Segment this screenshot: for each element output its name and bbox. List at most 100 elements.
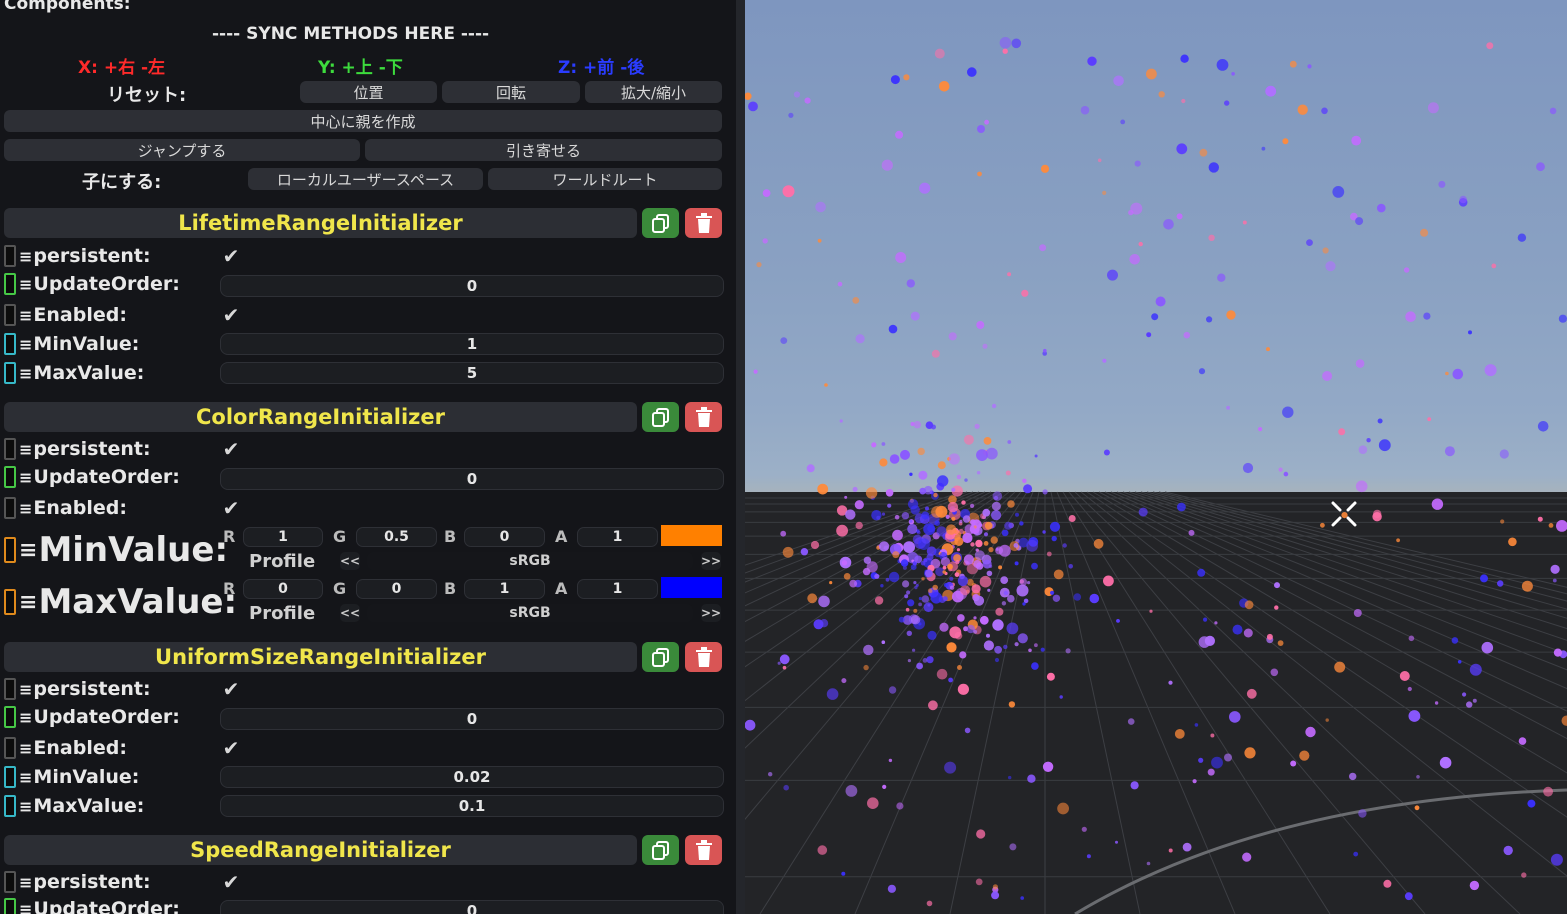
duplicate-button[interactable] <box>642 835 679 865</box>
particle <box>1194 723 1199 727</box>
reset-scale-button[interactable]: 拡大/縮小 <box>585 81 722 103</box>
drag-handle[interactable] <box>4 466 16 488</box>
min-value-input[interactable]: 0.02 <box>220 766 724 788</box>
delete-button[interactable] <box>685 402 722 432</box>
grid-line <box>949 491 1040 914</box>
enabled-checkbox[interactable]: ✔ <box>220 736 242 760</box>
reset-position-button[interactable]: 位置 <box>300 81 437 103</box>
delete-button[interactable] <box>685 642 722 672</box>
particle <box>1089 593 1100 604</box>
jump-button[interactable]: ジャンプする <box>4 139 360 161</box>
delete-button[interactable] <box>685 208 722 238</box>
particle <box>1043 348 1047 353</box>
particle <box>1168 848 1173 853</box>
drag-handle[interactable] <box>4 589 16 615</box>
field-row-persistent: ≡ persistent: <box>4 869 151 895</box>
component-header-color[interactable]: ColorRangeInitializer <box>4 402 637 432</box>
min-g-input[interactable]: 0.5 <box>356 527 437 547</box>
duplicate-button[interactable] <box>642 402 679 432</box>
drag-handle[interactable] <box>4 737 16 759</box>
component-header-speed[interactable]: SpeedRangeInitializer <box>4 835 637 865</box>
drag-handle[interactable] <box>4 871 16 893</box>
particle <box>998 565 1003 570</box>
drag-handle[interactable] <box>4 678 16 700</box>
drag-handle[interactable] <box>4 898 16 914</box>
update-order-input[interactable]: 0 <box>220 708 724 730</box>
drag-handle[interactable] <box>4 537 16 563</box>
persistent-checkbox[interactable]: ✔ <box>220 437 242 461</box>
update-order-input[interactable]: 0 <box>220 900 724 914</box>
max-value-input[interactable]: 5 <box>220 362 724 384</box>
update-order-input[interactable]: 0 <box>220 468 724 490</box>
max-b-input[interactable]: 1 <box>464 579 545 599</box>
min-value-input[interactable]: 1 <box>220 333 724 355</box>
particle <box>874 573 880 579</box>
duplicate-button[interactable] <box>642 642 679 672</box>
particle <box>1549 107 1557 115</box>
particle <box>1290 760 1297 767</box>
particle <box>1146 861 1151 866</box>
drag-handle[interactable] <box>4 333 16 355</box>
persistent-checkbox[interactable]: ✔ <box>220 677 242 701</box>
field-label: persistent: <box>33 678 151 700</box>
min-r-input[interactable]: 1 <box>243 527 323 547</box>
particle <box>1068 515 1076 522</box>
particle <box>1274 582 1280 589</box>
particle <box>1146 332 1152 338</box>
particle <box>1177 502 1186 512</box>
bring-button[interactable]: 引き寄せる <box>365 139 722 161</box>
drag-handle[interactable] <box>4 362 16 384</box>
component-header-uniform-size[interactable]: UniformSizeRangeInitializer <box>4 642 637 672</box>
particle <box>1351 135 1362 146</box>
drag-handle[interactable] <box>4 497 16 519</box>
max-color-swatch[interactable] <box>661 577 722 598</box>
max-r-input[interactable]: 0 <box>243 579 323 599</box>
grid-line <box>1050 491 1141 914</box>
particle <box>1127 718 1135 725</box>
max-value-input[interactable]: 0.1 <box>220 795 724 817</box>
component-header-lifetime[interactable]: LifetimeRangeInitializer <box>4 208 637 238</box>
profile-prev-button[interactable]: << <box>340 604 360 622</box>
profile-select[interactable]: sRGB <box>367 552 693 570</box>
profile-next-button[interactable]: >> <box>701 552 721 570</box>
create-parent-button[interactable]: 中心に親を作成 <box>4 110 722 132</box>
drag-handle[interactable] <box>4 304 16 326</box>
scene-viewport[interactable] <box>745 0 1567 914</box>
particle <box>1469 880 1480 891</box>
min-a-input[interactable]: 1 <box>577 527 658 547</box>
drag-handle[interactable] <box>4 245 16 267</box>
profile-prev-button[interactable]: << <box>340 552 360 570</box>
duplicate-button[interactable] <box>642 208 679 238</box>
max-a-input[interactable]: 1 <box>577 579 658 599</box>
drag-handle[interactable] <box>4 706 16 728</box>
world-root-button[interactable]: ワールドルート <box>488 168 722 190</box>
enabled-checkbox[interactable]: ✔ <box>220 303 242 327</box>
drag-handle[interactable] <box>4 438 16 460</box>
reset-rotation-button[interactable]: 回転 <box>442 81 580 103</box>
enabled-checkbox[interactable]: ✔ <box>220 496 242 520</box>
min-b-input[interactable]: 0 <box>464 527 545 547</box>
persistent-checkbox[interactable]: ✔ <box>220 870 242 894</box>
crosshair-icon <box>1330 500 1358 528</box>
particle <box>948 332 957 341</box>
max-g-input[interactable]: 0 <box>356 579 437 599</box>
particle <box>977 125 985 133</box>
drag-handle[interactable] <box>4 766 16 788</box>
drag-handle[interactable] <box>4 273 16 295</box>
particle <box>1021 289 1029 297</box>
profile-next-button[interactable]: >> <box>701 604 721 622</box>
particle <box>810 540 820 550</box>
particle <box>975 548 979 552</box>
profile-select[interactable]: sRGB <box>367 604 693 622</box>
persistent-checkbox[interactable]: ✔ <box>220 244 242 268</box>
particle <box>807 593 818 604</box>
delete-button[interactable] <box>685 835 722 865</box>
update-order-input[interactable]: 0 <box>220 275 724 297</box>
min-color-swatch[interactable] <box>661 525 722 546</box>
particle <box>946 642 957 653</box>
menu-icon: ≡ <box>19 872 33 892</box>
particle <box>1206 316 1213 323</box>
panel-divider[interactable] <box>736 0 745 914</box>
local-user-space-button[interactable]: ローカルユーザースペース <box>248 168 483 190</box>
drag-handle[interactable] <box>4 795 16 817</box>
